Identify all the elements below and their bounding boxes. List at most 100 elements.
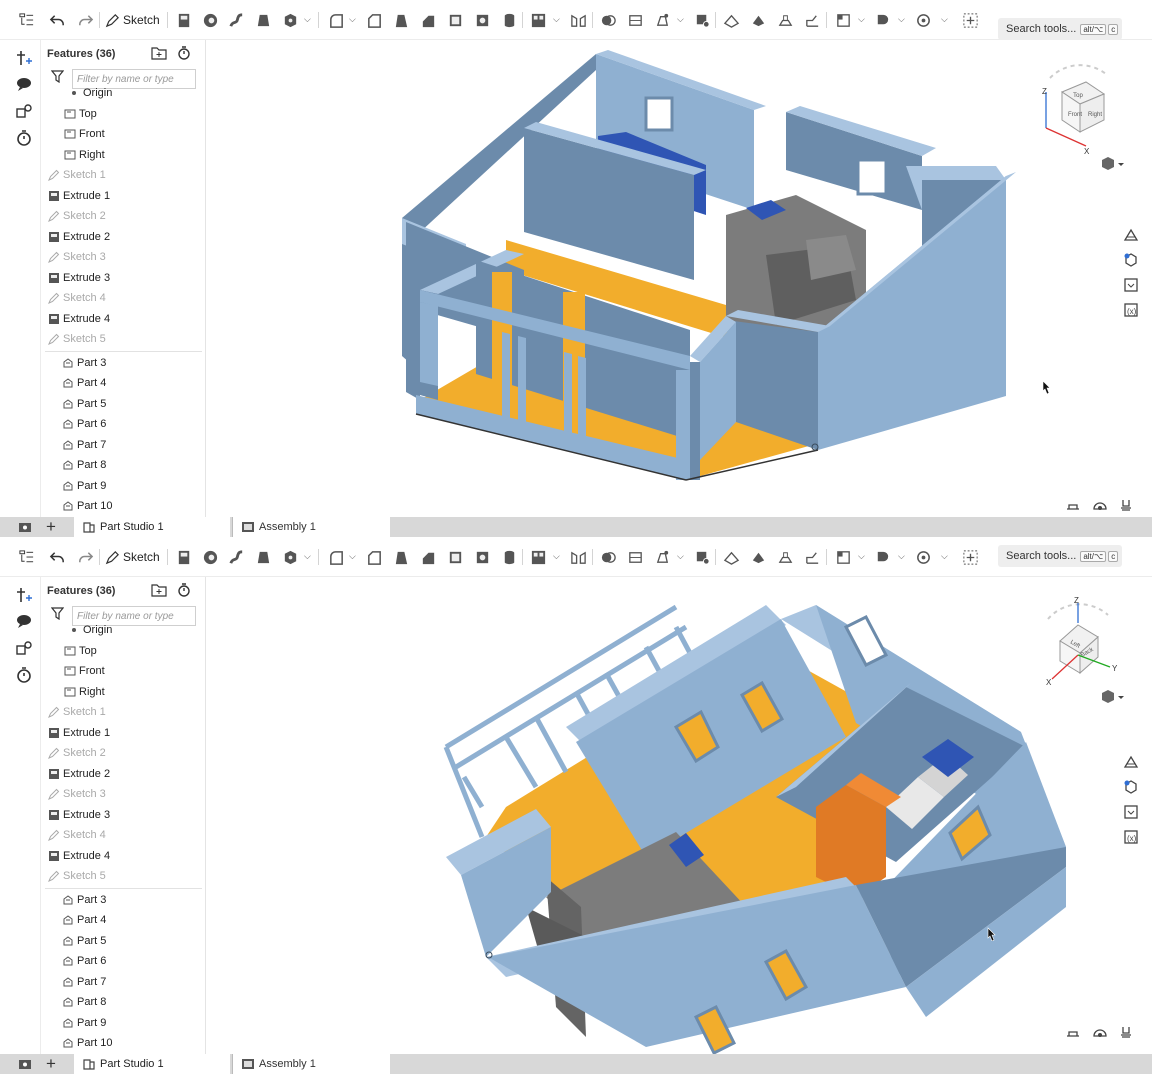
tree-part-7[interactable]: Part 7 [41,972,207,991]
view-cube[interactable]: Top Front Right Z X [1030,58,1126,154]
named-views-icon[interactable] [1066,1025,1080,1043]
tree-feature-sketch-2[interactable]: Sketch 2 [41,744,207,763]
mirror-icon[interactable] [570,11,587,29]
feature-list-icon[interactable] [18,11,35,29]
gear-icon[interactable] [915,11,932,29]
sweep-icon[interactable] [228,548,245,566]
extrude-icon[interactable] [176,548,193,566]
undo-icon[interactable] [49,548,66,566]
tree-feature-extrude-4[interactable]: Extrude 4 [41,846,207,865]
fit-view-icon[interactable] [1120,498,1132,516]
tree-part-4[interactable]: Part 4 [41,374,207,393]
search-tools-input[interactable]: Search tools... alt/⌥ c [998,545,1122,567]
feature-list-icon[interactable] [18,548,35,566]
tree-plane-front[interactable]: Front [41,662,207,681]
mate-icon[interactable] [14,102,34,122]
measure-icon[interactable] [1120,274,1142,296]
tree-part-5[interactable]: Part 5 [41,394,207,413]
thicken-icon[interactable] [282,548,299,566]
comment-icon[interactable] [14,611,34,631]
surface-icon[interactable] [874,11,891,29]
split-icon[interactable] [627,11,644,29]
insert-icon[interactable] [14,585,34,605]
transform-icon[interactable] [654,11,671,29]
cylinder-icon[interactable] [501,548,518,566]
boolean-icon[interactable] [600,548,617,566]
rollback-timer-icon[interactable] [177,583,191,602]
tree-part-5[interactable]: Part 5 [41,931,207,950]
add-custom-feature-icon[interactable] [962,11,979,29]
insert-icon[interactable] [14,48,34,68]
tab-part-studio[interactable]: Part Studio 1 [74,1054,230,1074]
frame-icon[interactable] [835,11,852,29]
tree-part-10[interactable]: Part 10 [41,497,207,516]
named-views-icon[interactable] [1066,498,1080,516]
mate-icon[interactable] [14,639,34,659]
appearance-icon[interactable] [1120,776,1142,798]
tree-feature-sketch-1[interactable]: Sketch 1 [41,703,207,722]
flange-icon[interactable] [804,11,821,29]
tree-feature-extrude-2[interactable]: Extrude 2 [41,764,207,783]
transform-icon[interactable] [654,548,671,566]
sheet-metal-icon[interactable] [777,548,794,566]
rib-icon[interactable] [420,11,437,29]
boolean-icon[interactable] [600,11,617,29]
tree-feature-extrude-3[interactable]: Extrude 3 [41,268,207,287]
tree-plane-front[interactable]: Front [41,125,207,144]
tree-plane-right[interactable]: Right [41,145,207,164]
shell-icon[interactable] [447,11,464,29]
tree-part-10[interactable]: Part 10 [41,1034,207,1053]
tree-origin[interactable]: Origin [41,620,207,639]
plane-icon[interactable] [723,11,740,29]
tab-manager-icon[interactable] [18,520,32,537]
appearance-icon[interactable] [1120,249,1142,271]
stopwatch-icon[interactable] [14,665,34,685]
stopwatch-icon[interactable] [14,128,34,148]
tree-feature-extrude-2[interactable]: Extrude 2 [41,227,207,246]
split-icon[interactable] [627,548,644,566]
add-folder-icon[interactable] [151,46,167,65]
mirror-icon[interactable] [570,548,587,566]
tree-feature-sketch-5[interactable]: Sketch 5 [41,330,207,349]
revolve-icon[interactable] [202,548,219,566]
tree-plane-top[interactable]: Top [41,641,207,660]
tree-feature-extrude-4[interactable]: Extrude 4 [41,309,207,328]
view-mode-dropdown[interactable] [1100,689,1124,710]
sketch-button[interactable]: Sketch [105,547,160,567]
tree-plane-top[interactable]: Top [41,104,207,123]
shell-icon[interactable] [447,548,464,566]
tree-part-9[interactable]: Part 9 [41,1013,207,1032]
tree-feature-sketch-3[interactable]: Sketch 3 [41,248,207,267]
measure-icon[interactable] [1120,801,1142,823]
tab-part-studio[interactable]: Part Studio 1 [74,517,230,537]
tree-plane-right[interactable]: Right [41,682,207,701]
redo-icon[interactable] [77,11,94,29]
tree-part-8[interactable]: Part 8 [41,456,207,475]
delete-part-icon[interactable] [694,548,711,566]
tab-assembly[interactable]: Assembly 1 [232,1054,390,1074]
tree-part-9[interactable]: Part 9 [41,476,207,495]
tree-part-8[interactable]: Part 8 [41,993,207,1012]
rib-icon[interactable] [420,548,437,566]
pattern-icon[interactable] [530,11,547,29]
tree-feature-extrude-3[interactable]: Extrude 3 [41,805,207,824]
rollback-timer-icon[interactable] [177,46,191,65]
view-mode-dropdown[interactable] [1100,156,1124,177]
tree-feature-sketch-3[interactable]: Sketch 3 [41,785,207,804]
search-tools-input[interactable]: Search tools... alt/⌥ c [998,18,1122,40]
flange-icon[interactable] [804,548,821,566]
add-folder-icon[interactable] [151,583,167,602]
fillet-icon[interactable] [328,11,345,29]
tree-feature-extrude-1[interactable]: Extrude 1 [41,186,207,205]
frame-icon[interactable] [835,548,852,566]
graphics-viewport[interactable]: Left Back Z X Y [206,577,1152,1054]
loft-icon[interactable] [255,11,272,29]
draft-icon[interactable] [393,548,410,566]
thicken-icon[interactable] [282,11,299,29]
tree-part-6[interactable]: Part 6 [41,415,207,434]
render-mode-icon[interactable] [1092,498,1108,516]
tree-feature-sketch-4[interactable]: Sketch 4 [41,289,207,308]
view-cube[interactable]: Left Back Z X Y [1030,595,1126,691]
surface-icon[interactable] [874,548,891,566]
extrude-icon[interactable] [176,11,193,29]
